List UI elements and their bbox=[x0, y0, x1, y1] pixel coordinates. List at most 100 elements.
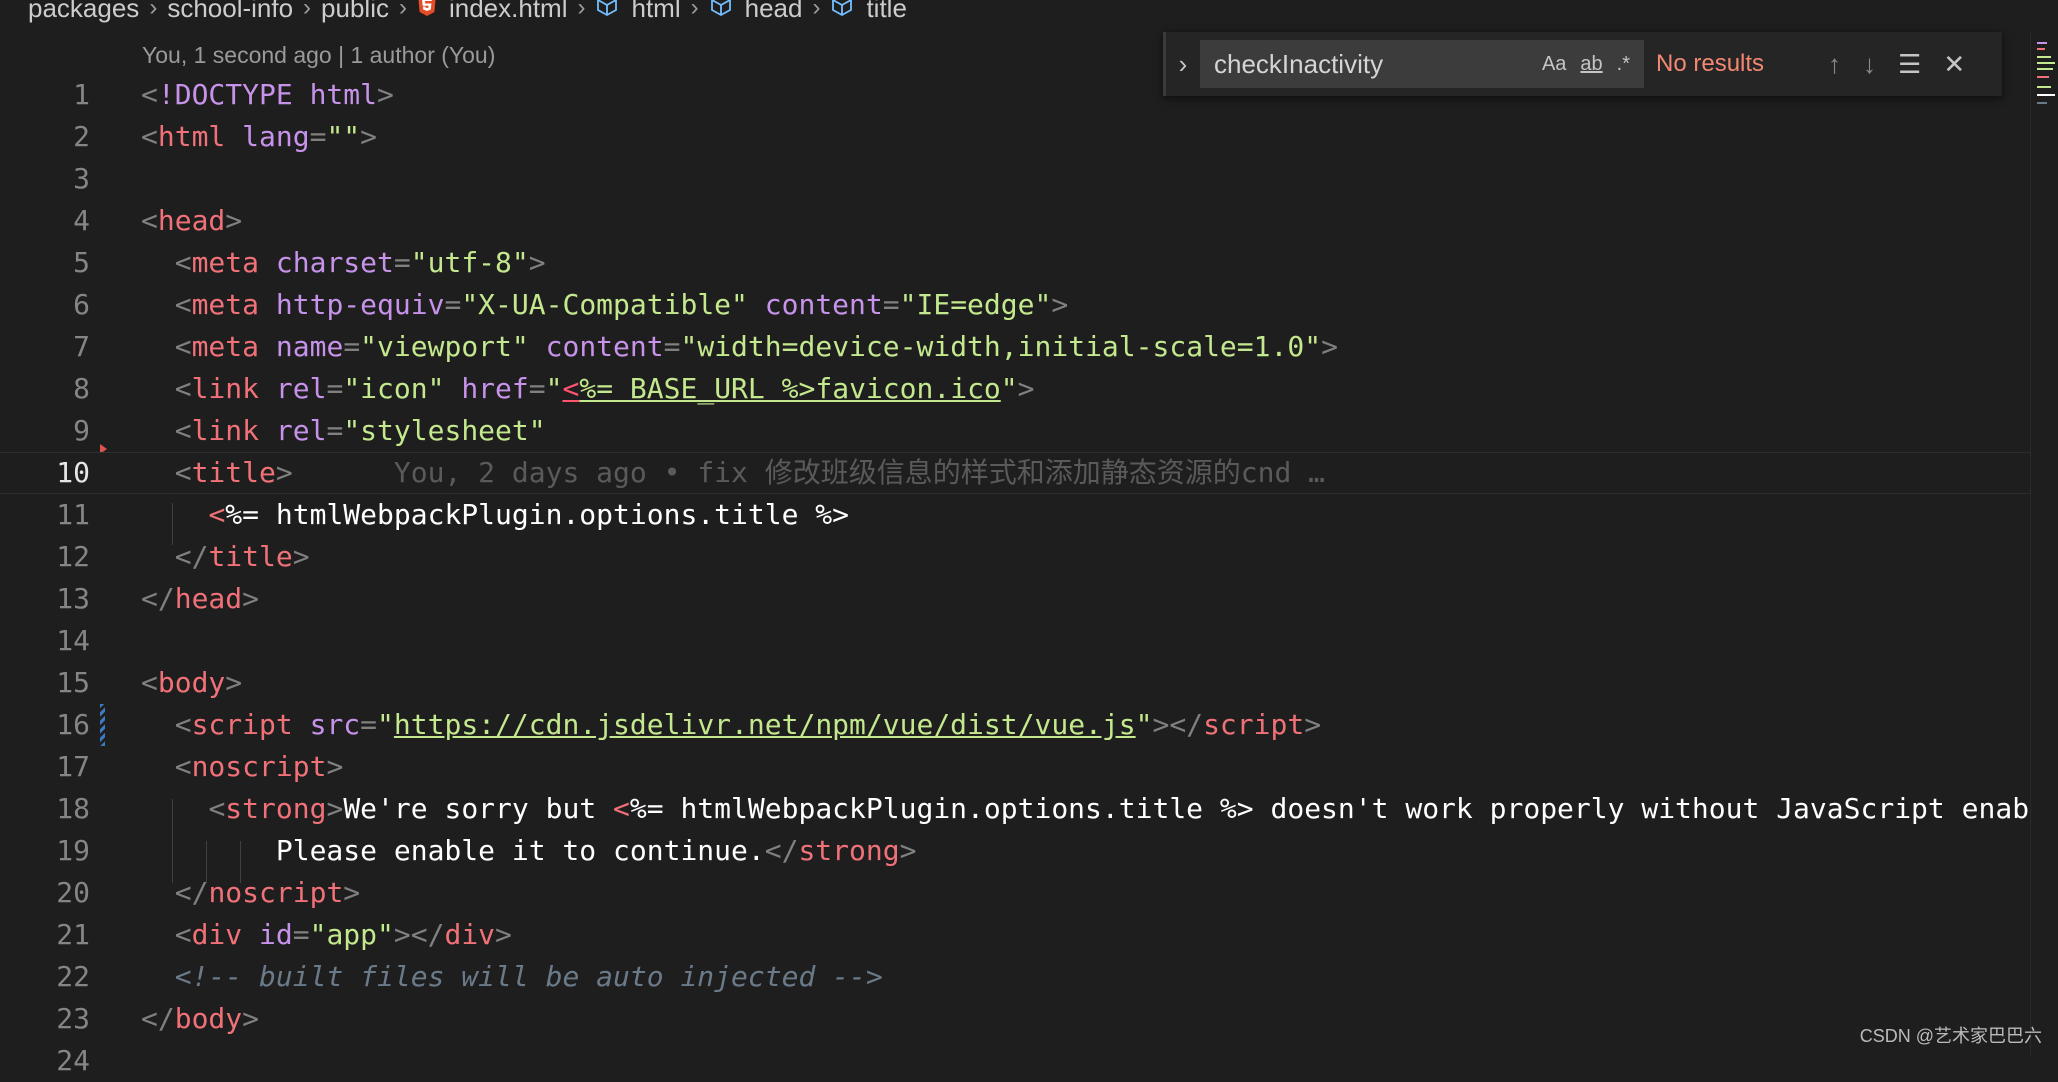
chevron-right-icon: › bbox=[303, 0, 312, 21]
minimap-line bbox=[2037, 76, 2049, 78]
code-line: 19 Please enable it to continue.</strong… bbox=[0, 830, 2030, 872]
minimap-line bbox=[2037, 62, 2055, 64]
code-text: <html lang=""> bbox=[141, 120, 378, 153]
line-number: 12 bbox=[56, 540, 90, 573]
breadcrumb-item-html[interactable]: html bbox=[595, 0, 681, 24]
code-line: 12 </title> bbox=[0, 536, 2030, 578]
line-number: 8 bbox=[73, 372, 90, 405]
line-number: 1 bbox=[73, 78, 90, 111]
find-in-selection-icon[interactable]: ☰ bbox=[1898, 49, 1921, 80]
code-text: <div id="app"></div> bbox=[174, 918, 512, 951]
chevron-right-icon: › bbox=[149, 0, 158, 21]
line-number: 19 bbox=[56, 834, 90, 867]
cube-icon bbox=[709, 0, 733, 24]
code-text: </noscript> bbox=[174, 876, 361, 909]
breadcrumb-item-index-html[interactable]: index.html bbox=[417, 0, 567, 24]
match-case-toggle[interactable]: Aa bbox=[1542, 53, 1566, 76]
code-line: 8 <link rel="icon" href="<%= BASE_URL %>… bbox=[0, 368, 2030, 410]
code-line: 16 <script src="https://cdn.jsdelivr.net… bbox=[0, 704, 2030, 746]
code-text: <meta name="viewport" content="width=dev… bbox=[174, 330, 1338, 363]
code-line: 9 <link rel="stylesheet" bbox=[0, 410, 2030, 452]
breadcrumb: packages › school-info › public › index.… bbox=[0, 0, 2058, 24]
code-editor[interactable]: You, 1 second ago | 1 author (You) 1 <!DO… bbox=[0, 32, 2030, 1077]
line-number: 13 bbox=[56, 582, 90, 615]
line-number: 9 bbox=[73, 414, 90, 447]
code-line: 17 <noscript> bbox=[0, 746, 2030, 788]
watermark: CSDN @艺术家巴巴六 bbox=[1859, 1026, 2042, 1046]
code-line: 14 bbox=[0, 620, 2030, 662]
code-text: </title> bbox=[174, 540, 310, 573]
line-number: 4 bbox=[73, 204, 90, 237]
breadcrumb-item-public[interactable]: public bbox=[321, 0, 389, 24]
line-number: 24 bbox=[56, 1044, 90, 1077]
minimap-line bbox=[2037, 86, 2051, 88]
chevron-right-icon: › bbox=[690, 0, 699, 21]
inline-blame-annotation[interactable]: You, 2 days ago • fix 修改班级信息的样式和添加静态资源的c… bbox=[394, 456, 1325, 489]
git-blame-header[interactable]: You, 1 second ago | 1 author (You) bbox=[142, 42, 495, 69]
code-text: <title> You, 2 days ago • fix 修改班级信息的样式和… bbox=[174, 456, 1326, 489]
code-text: <body> bbox=[141, 666, 243, 699]
minimap-line bbox=[2037, 102, 2047, 104]
code-text: <link rel="icon" href="<%= BASE_URL %>fa… bbox=[174, 372, 1035, 405]
code-line: 24 bbox=[0, 1040, 2030, 1082]
chevron-right-icon: › bbox=[398, 0, 407, 21]
breadcrumb-item-school-info[interactable]: school-info bbox=[167, 0, 293, 24]
code-text: <noscript> bbox=[174, 750, 344, 783]
line-number: 23 bbox=[56, 1002, 90, 1035]
code-text: <%= htmlWebpackPlugin.options.title %> bbox=[208, 498, 850, 531]
minimap-line bbox=[2037, 68, 2053, 70]
minimap-line bbox=[2037, 48, 2045, 50]
code-text: <head> bbox=[141, 204, 243, 237]
find-widget: › checkInactivity Aa ab .* No results ↑ … bbox=[1163, 32, 2002, 96]
code-line: 13 </head> bbox=[0, 578, 2030, 620]
breadcrumb-item-packages[interactable]: packages bbox=[28, 0, 139, 24]
line-number: 10 bbox=[56, 456, 90, 489]
code-line: 22 <!-- built files will be auto injecte… bbox=[0, 956, 2030, 998]
line-number: 17 bbox=[56, 750, 90, 783]
line-number: 5 bbox=[73, 246, 90, 279]
find-status: No results bbox=[1656, 50, 1765, 77]
close-icon[interactable]: ✕ bbox=[1943, 49, 1965, 80]
code-line: 18 <strong>We're sorry but <%= htmlWebpa… bbox=[0, 788, 2030, 830]
minimap-line bbox=[2037, 94, 2055, 96]
code-line: 7 <meta name="viewport" content="width=d… bbox=[0, 326, 2030, 368]
code-line: 21 <div id="app"></div> bbox=[0, 914, 2030, 956]
regex-toggle[interactable]: .* bbox=[1617, 53, 1630, 76]
line-number: 20 bbox=[56, 876, 90, 909]
breadcrumb-item-head[interactable]: head bbox=[709, 0, 802, 24]
line-number: 22 bbox=[56, 960, 90, 993]
find-input[interactable]: checkInactivity Aa ab .* bbox=[1200, 40, 1644, 88]
code-line: 11 <%= htmlWebpackPlugin.options.title %… bbox=[0, 494, 2030, 536]
chevron-right-icon: › bbox=[577, 0, 586, 21]
code-line: 5 <meta charset="utf-8"> bbox=[0, 242, 2030, 284]
minimap-line bbox=[2037, 42, 2047, 44]
breadcrumb-item-title[interactable]: title bbox=[830, 0, 907, 24]
code-text: <!DOCTYPE html> bbox=[141, 78, 394, 111]
previous-match-arrow-up-icon[interactable]: ↑ bbox=[1828, 49, 1841, 80]
code-line: 20 </noscript> bbox=[0, 872, 2030, 914]
line-number: 3 bbox=[73, 162, 90, 195]
toggle-replace-chevron-icon[interactable]: › bbox=[1166, 49, 1200, 80]
whole-word-toggle[interactable]: ab bbox=[1580, 53, 1602, 76]
line-number: 6 bbox=[73, 288, 90, 321]
code-text: <strong>We're sorry but <%= htmlWebpackP… bbox=[208, 792, 2030, 825]
code-line: 3 bbox=[0, 158, 2030, 200]
cdn-link[interactable]: https://cdn.jsdelivr.net/npm/vue/dist/vu… bbox=[394, 708, 1136, 741]
code-text: </body> bbox=[141, 1002, 260, 1035]
code-line: 23 </body> bbox=[0, 998, 2030, 1040]
html5-icon bbox=[417, 0, 437, 24]
code-text: </head> bbox=[141, 582, 260, 615]
next-match-arrow-down-icon[interactable]: ↓ bbox=[1863, 49, 1876, 80]
minimap-line bbox=[2037, 56, 2051, 58]
code-line: 2 <html lang=""> bbox=[0, 116, 2030, 158]
code-line-current: 10 <title> You, 2 days ago • fix 修改班级信息的… bbox=[0, 452, 2030, 494]
minimap[interactable] bbox=[2030, 32, 2058, 1056]
code-text: <meta http-equiv="X-UA-Compatible" conte… bbox=[174, 288, 1069, 321]
line-number: 7 bbox=[73, 330, 90, 363]
line-number: 21 bbox=[56, 918, 90, 951]
cube-icon bbox=[830, 0, 854, 24]
chevron-right-icon: › bbox=[812, 0, 821, 21]
code-line: 4 <head> bbox=[0, 200, 2030, 242]
code-text: <link rel="stylesheet" bbox=[174, 414, 546, 447]
cube-icon bbox=[595, 0, 619, 24]
